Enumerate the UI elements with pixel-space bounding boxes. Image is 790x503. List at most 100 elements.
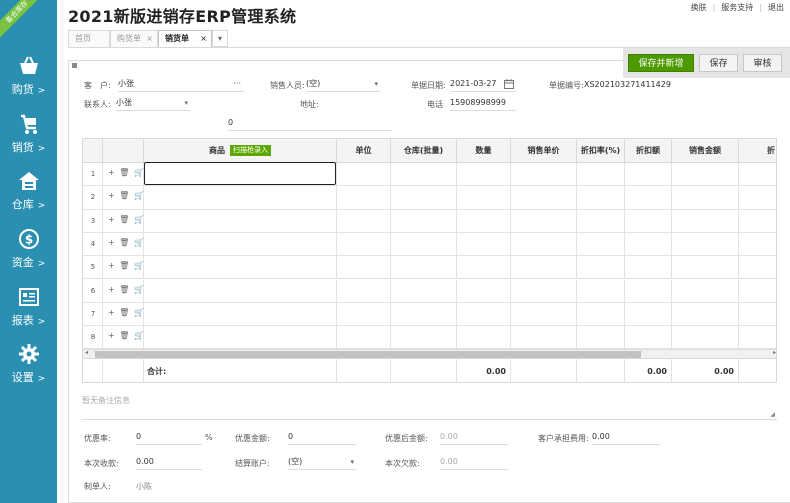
table-cell[interactable] bbox=[577, 326, 625, 349]
table-cell[interactable] bbox=[739, 256, 776, 278]
remark-field[interactable]: 暂无备注信息 ◢ bbox=[82, 392, 777, 420]
table-cell[interactable] bbox=[337, 256, 391, 279]
table-row[interactable]: 8 + 🗑 🛒 bbox=[83, 326, 776, 350]
table-cell[interactable] bbox=[337, 326, 391, 349]
row-actions[interactable]: + 🗑 🛒 bbox=[108, 331, 145, 340]
table-cell[interactable] bbox=[625, 186, 672, 209]
table-cell[interactable] bbox=[391, 232, 457, 256]
table-cell[interactable] bbox=[625, 163, 672, 186]
row-actions[interactable]: + 🗑 🛒 bbox=[108, 285, 145, 294]
scroll-left-icon[interactable]: ◂ bbox=[85, 349, 88, 356]
table-cell[interactable] bbox=[672, 302, 739, 326]
table-cell[interactable] bbox=[457, 279, 511, 302]
horizontal-scrollbar[interactable]: ◂ ▸ bbox=[83, 349, 776, 358]
table-cell[interactable] bbox=[625, 326, 672, 349]
sidebar-item-purchase[interactable]: 购货 > bbox=[0, 55, 57, 105]
scroll-right-icon[interactable]: ▸ bbox=[773, 349, 776, 356]
table-cell[interactable] bbox=[391, 163, 457, 186]
audit-button[interactable]: 审核 bbox=[743, 54, 782, 72]
product-cell[interactable] bbox=[144, 232, 337, 256]
table-cell[interactable] bbox=[511, 163, 577, 186]
sidebar-item-reports[interactable]: 报表 > bbox=[0, 286, 57, 336]
row-actions[interactable]: + 🗑 🛒 bbox=[108, 308, 145, 317]
table-cell[interactable] bbox=[577, 232, 625, 256]
table-cell[interactable] bbox=[457, 163, 511, 186]
table-cell[interactable] bbox=[577, 186, 625, 209]
row-actions[interactable]: + 🗑 🛒 bbox=[108, 261, 145, 270]
table-cell[interactable] bbox=[577, 256, 625, 279]
table-cell[interactable] bbox=[672, 209, 739, 232]
table-cell[interactable] bbox=[739, 303, 776, 325]
table-cell[interactable] bbox=[391, 326, 457, 349]
skin-link[interactable]: 换肤 bbox=[685, 2, 713, 13]
table-cell[interactable] bbox=[457, 256, 511, 279]
calendar-icon[interactable] bbox=[504, 79, 514, 89]
customer-fee-field[interactable]: 0.00 bbox=[592, 431, 660, 445]
active-cell-editor[interactable] bbox=[144, 162, 336, 185]
received-field[interactable]: 0.00 bbox=[136, 456, 202, 470]
table-cell[interactable] bbox=[739, 233, 776, 255]
table-cell[interactable] bbox=[672, 232, 739, 256]
logout-link[interactable]: 退出 bbox=[762, 2, 790, 13]
account-select[interactable]: (空) ▾ bbox=[288, 456, 356, 470]
collapse-icon[interactable] bbox=[72, 63, 77, 68]
table-cell[interactable] bbox=[457, 326, 511, 349]
table-cell[interactable] bbox=[625, 302, 672, 326]
table-row[interactable]: 4 + 🗑 🛒 bbox=[83, 232, 776, 257]
table-cell[interactable] bbox=[672, 256, 739, 279]
sidebar-item-settings[interactable]: 设置 > bbox=[0, 343, 57, 393]
discount-amount-field[interactable]: 0 bbox=[288, 431, 356, 445]
product-cell[interactable] bbox=[144, 279, 337, 302]
table-cell[interactable] bbox=[511, 326, 577, 349]
scan-entry-button[interactable]: 扫描枪录入 bbox=[230, 145, 271, 156]
table-cell[interactable] bbox=[739, 163, 776, 185]
table-cell[interactable] bbox=[457, 186, 511, 209]
row-actions[interactable]: + 🗑 🛒 bbox=[108, 215, 145, 224]
product-cell[interactable] bbox=[144, 302, 337, 326]
table-cell[interactable] bbox=[511, 209, 577, 232]
product-cell[interactable] bbox=[144, 209, 337, 232]
sidebar-item-funds[interactable]: $ 资金 > bbox=[0, 228, 57, 278]
table-row[interactable]: 6 + 🗑 🛒 bbox=[83, 279, 776, 303]
support-link[interactable]: 服务支持 bbox=[715, 2, 759, 13]
table-cell[interactable] bbox=[511, 232, 577, 256]
table-cell[interactable] bbox=[625, 209, 672, 232]
tab-menu-button[interactable]: ▾ bbox=[212, 30, 228, 47]
customer-picker-icon[interactable]: ··· bbox=[233, 78, 241, 90]
table-cell[interactable] bbox=[672, 326, 739, 349]
resize-handle-icon[interactable]: ◢ bbox=[770, 411, 775, 418]
contact-select[interactable]: 小张 ▾ bbox=[116, 97, 190, 111]
table-cell[interactable] bbox=[511, 256, 577, 279]
product-cell[interactable] bbox=[144, 186, 337, 209]
table-cell[interactable] bbox=[391, 256, 457, 279]
table-cell[interactable] bbox=[625, 279, 672, 302]
table-cell[interactable] bbox=[511, 186, 577, 209]
table-cell[interactable] bbox=[625, 256, 672, 279]
sidebar-item-sales[interactable]: 销货 > bbox=[0, 113, 57, 163]
table-cell[interactable] bbox=[739, 210, 776, 232]
table-cell[interactable] bbox=[337, 186, 391, 209]
date-field[interactable]: 2021-03-27 bbox=[450, 78, 516, 92]
phone-field[interactable]: 15908998999 bbox=[450, 97, 516, 111]
customer-field[interactable]: 小张 ··· bbox=[118, 78, 244, 92]
table-cell[interactable] bbox=[337, 163, 391, 186]
table-row[interactable]: 5 + 🗑 🛒 bbox=[83, 256, 776, 280]
close-icon[interactable]: × bbox=[200, 31, 207, 47]
close-icon[interactable]: × bbox=[146, 31, 153, 47]
table-cell[interactable] bbox=[391, 186, 457, 209]
table-cell[interactable] bbox=[739, 326, 776, 348]
table-cell[interactable] bbox=[625, 232, 672, 256]
row-actions[interactable]: + 🗑 🛒 bbox=[108, 168, 145, 177]
table-row[interactable]: 2 + 🗑 🛒 bbox=[83, 186, 776, 210]
table-cell[interactable] bbox=[337, 232, 391, 256]
product-cell[interactable] bbox=[144, 256, 337, 279]
table-cell[interactable] bbox=[739, 186, 776, 208]
save-and-new-button[interactable]: 保存并新增 bbox=[628, 54, 694, 72]
table-cell[interactable] bbox=[577, 163, 625, 186]
table-cell[interactable] bbox=[457, 302, 511, 326]
table-row[interactable]: 3 + 🗑 🛒 bbox=[83, 209, 776, 233]
product-cell[interactable] bbox=[144, 326, 337, 349]
table-cell[interactable] bbox=[577, 302, 625, 326]
table-cell[interactable] bbox=[391, 279, 457, 302]
table-cell[interactable] bbox=[672, 186, 739, 209]
